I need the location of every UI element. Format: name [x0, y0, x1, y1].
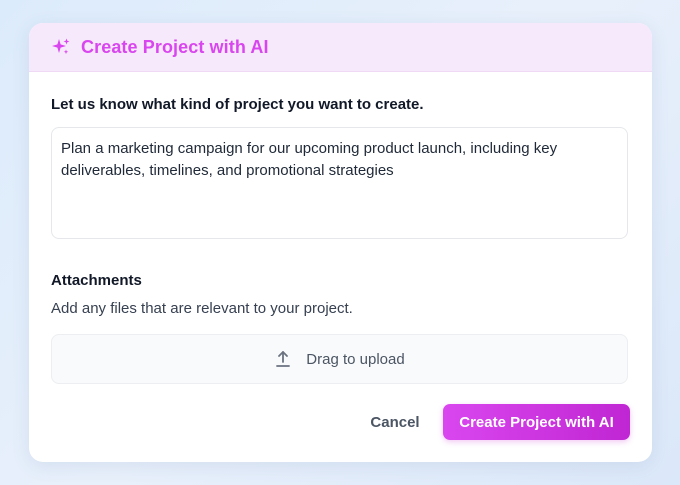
- create-project-button[interactable]: Create Project with AI: [443, 404, 630, 440]
- dialog-header: Create Project with AI: [29, 23, 652, 72]
- cancel-button[interactable]: Cancel: [349, 404, 441, 440]
- upload-label: Drag to upload: [306, 350, 405, 368]
- create-project-dialog: Create Project with AI Let us know what …: [29, 23, 652, 462]
- upload-icon: [274, 350, 292, 368]
- dialog-title: Create Project with AI: [81, 36, 269, 57]
- attachments-description: Add any files that are relevant to your …: [51, 300, 353, 317]
- sparkle-icon: [51, 37, 71, 57]
- project-prompt-textarea[interactable]: Plan a marketing campaign for our upcomi…: [51, 127, 628, 239]
- attachments-title: Attachments: [51, 272, 142, 289]
- prompt-label: Let us know what kind of project you wan…: [51, 96, 424, 113]
- upload-dropzone[interactable]: Drag to upload: [51, 334, 628, 384]
